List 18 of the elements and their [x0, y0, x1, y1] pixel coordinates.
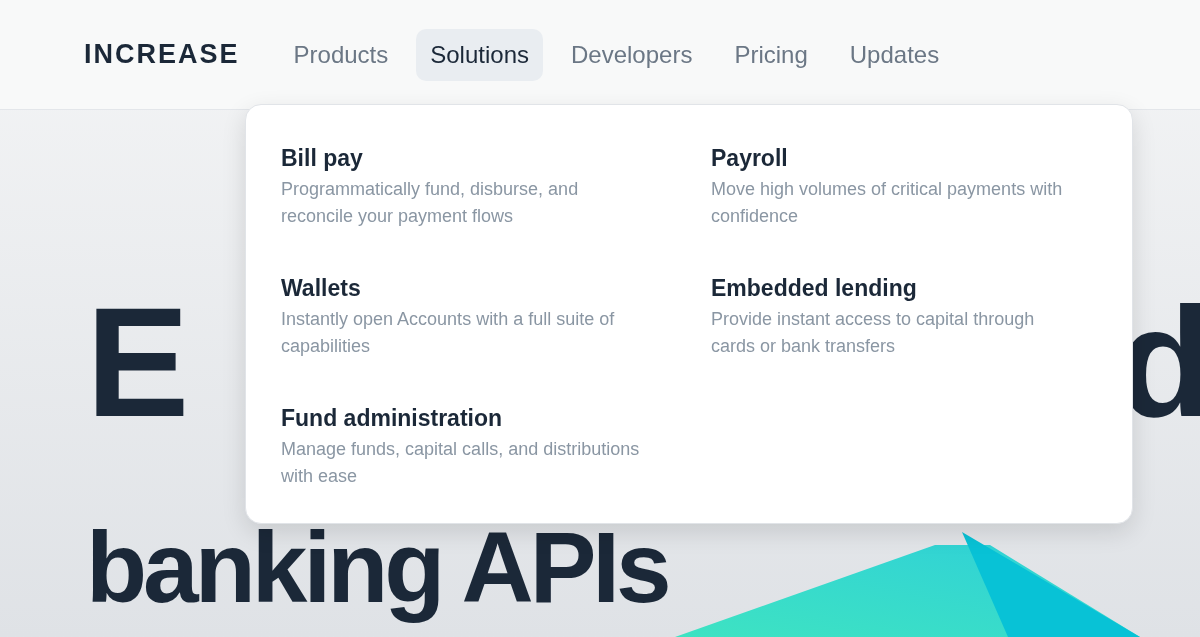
- nav-link[interactable]: Solutions: [416, 28, 543, 81]
- menu-item-title[interactable]: Wallets: [281, 275, 711, 302]
- menu-item-description: Instantly open Accounts with a full suite of capabilities: [281, 308, 616, 358]
- hero-heading: E: [86, 285, 184, 440]
- nav-link[interactable]: Products: [279, 28, 403, 81]
- menu-item-description: Manage funds, capital calls, and distributions with ease: [281, 438, 641, 488]
- nav-link[interactable]: Updates: [835, 28, 954, 81]
- nav-link[interactable]: Pricing: [720, 28, 822, 81]
- menu-item-title[interactable]: Embedded lending: [711, 275, 1111, 302]
- menu-item-description: Programmatically fund, disburse, and reconcile your payment flows: [281, 178, 580, 228]
- menu-item-title[interactable]: Bill pay: [281, 145, 711, 172]
- menu-item-title[interactable]: Fund administration: [281, 405, 711, 432]
- hero-heading: banking APIs: [86, 510, 669, 625]
- nav-link[interactable]: Developers: [557, 28, 707, 81]
- menu-item-title[interactable]: Payroll: [711, 145, 1111, 172]
- logo[interactable]: INCREASE: [84, 39, 240, 70]
- menu-item-description: Move high volumes of critical payments with confidence: [711, 178, 1064, 228]
- menu-item-description: Provide instant access to capital through cards or bank transfers: [711, 308, 1036, 358]
